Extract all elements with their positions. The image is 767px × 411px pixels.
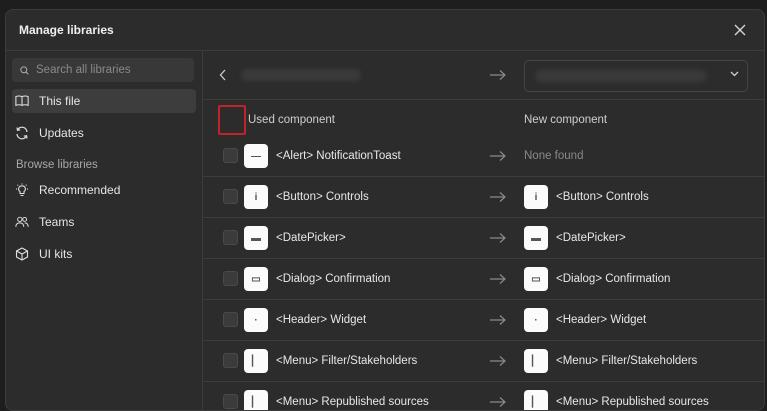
- used-component-name: <Button> Controls: [276, 191, 369, 203]
- component-thumbnail: ▭: [524, 267, 548, 291]
- sidebar-item-label: This file: [39, 94, 81, 108]
- sidebar-item-label: Recommended: [39, 183, 121, 197]
- component-thumbnail: ▬: [524, 226, 548, 250]
- search-input[interactable]: [36, 64, 186, 76]
- row-checkbox[interactable]: [223, 271, 238, 286]
- component-thumbnail: ·: [524, 308, 548, 332]
- browse-libraries-label: Browse libraries: [16, 159, 98, 171]
- search-box[interactable]: [12, 58, 194, 82]
- row-checkbox[interactable]: [223, 148, 238, 163]
- table-row[interactable]: ▏ <Menu> Filter/Stakeholders ▏ <Menu> Filte…: [203, 341, 764, 382]
- library-swap-header: [203, 51, 764, 100]
- component-preview-glyph: i: [534, 191, 538, 203]
- sidebar-item-label: UI kits: [39, 247, 73, 261]
- component-thumbnail: ▬: [244, 226, 268, 250]
- sidebar-item-label: Teams: [39, 215, 75, 229]
- component-preview-glyph: ▏: [532, 355, 540, 367]
- book-icon: [15, 94, 29, 108]
- table-row[interactable]: · <Header> Widget · <Header> Widget: [203, 300, 764, 341]
- new-component-name: <Menu> Filter/Stakeholders: [556, 355, 698, 367]
- sidebar-item-updates[interactable]: Updates: [12, 121, 196, 145]
- close-icon: [734, 24, 746, 36]
- close-button[interactable]: [730, 20, 750, 40]
- used-component-name: <DatePicker>: [276, 232, 346, 244]
- dialog-header: Manage libraries: [6, 10, 764, 51]
- sidebar: This file Updates Browse libraries Recom…: [6, 51, 203, 410]
- used-component-header: Used component: [248, 114, 335, 126]
- component-preview-glyph: i: [254, 191, 258, 203]
- row-checkbox[interactable]: [223, 353, 238, 368]
- table-row[interactable]: — <Alert> NotificationToast None found: [203, 136, 764, 177]
- search-icon: [20, 65, 29, 75]
- manage-libraries-dialog: Manage libraries This file: [5, 9, 765, 411]
- back-button[interactable]: [215, 66, 231, 84]
- lightbulb-icon: [15, 183, 29, 197]
- target-library-value: [535, 70, 707, 82]
- select-all-checkbox[interactable]: [218, 105, 246, 135]
- component-list: — <Alert> NotificationToast None found i <Bu…: [203, 136, 764, 410]
- cube-icon: [15, 247, 29, 261]
- table-row[interactable]: i <Button> Controls i <Button> Controls: [203, 177, 764, 218]
- users-icon: [15, 215, 29, 229]
- component-preview-glyph: ·: [534, 314, 538, 326]
- used-component-name: <Alert> NotificationToast: [276, 150, 401, 162]
- component-preview-glyph: ▏: [252, 355, 260, 367]
- component-preview-glyph: —: [251, 150, 261, 162]
- target-library-select[interactable]: [524, 60, 748, 92]
- sidebar-item-recommended[interactable]: Recommended: [12, 178, 196, 202]
- sidebar-item-ui-kits[interactable]: UI kits: [12, 242, 196, 266]
- sidebar-item-teams[interactable]: Teams: [12, 210, 196, 234]
- new-component-name: <Menu> Republished sources: [556, 396, 709, 408]
- arrow-right-icon: [490, 233, 506, 243]
- table-row[interactable]: ▬ <DatePicker> ▬ <DatePicker>: [203, 218, 764, 259]
- arrow-right-icon: [490, 397, 506, 407]
- row-checkbox[interactable]: [223, 312, 238, 327]
- refresh-icon: [15, 126, 29, 140]
- component-thumbnail: ▏: [524, 390, 548, 410]
- sidebar-item-label: Updates: [39, 126, 84, 140]
- used-component-name: <Dialog> Confirmation: [276, 273, 391, 285]
- arrow-right-icon: [490, 70, 506, 80]
- component-thumbnail: ▭: [244, 267, 268, 291]
- new-component-name: <DatePicker>: [556, 232, 626, 244]
- component-thumbnail: ▏: [524, 349, 548, 373]
- table-row[interactable]: ▭ <Dialog> Confirmation ▭ <Dialog> Confirma…: [203, 259, 764, 300]
- component-thumbnail: ▏: [244, 349, 268, 373]
- arrow-right-icon: [490, 356, 506, 366]
- column-header: Used component New component: [203, 100, 764, 140]
- component-thumbnail: ·: [244, 308, 268, 332]
- chevron-down-icon: [730, 71, 739, 77]
- component-preview-glyph: ▏: [252, 396, 260, 408]
- used-component-name: <Header> Widget: [276, 314, 367, 326]
- dialog-title: Manage libraries: [19, 23, 114, 37]
- new-component-name: <Dialog> Confirmation: [556, 273, 671, 285]
- library-swap-panel: Used component New component — <Alert> No…: [203, 51, 764, 410]
- arrow-right-icon: [490, 192, 506, 202]
- component-preview-glyph: ▭: [531, 273, 541, 285]
- component-preview-glyph: ▬: [531, 232, 541, 244]
- row-checkbox[interactable]: [223, 230, 238, 245]
- none-found-label: None found: [524, 150, 584, 162]
- component-thumbnail: i: [524, 185, 548, 209]
- chevron-left-icon: [219, 69, 226, 81]
- component-thumbnail: ▏: [244, 390, 268, 410]
- table-row[interactable]: ▏ <Menu> Republished sources ▏ <Menu> Repub…: [203, 382, 764, 410]
- source-library-name: [241, 69, 361, 81]
- used-component-name: <Menu> Filter/Stakeholders: [276, 355, 418, 367]
- used-component-name: <Menu> Republished sources: [276, 396, 429, 408]
- sidebar-item-this-file[interactable]: This file: [12, 89, 196, 113]
- row-checkbox[interactable]: [223, 189, 238, 204]
- new-component-name: <Button> Controls: [556, 191, 649, 203]
- component-preview-glyph: ·: [254, 314, 258, 326]
- component-preview-glyph: ▬: [251, 232, 261, 244]
- arrow-right-icon: [490, 151, 506, 161]
- arrow-right-icon: [490, 315, 506, 325]
- component-thumbnail: —: [244, 144, 268, 168]
- arrow-right-icon: [490, 274, 506, 284]
- new-component-name: <Header> Widget: [556, 314, 647, 326]
- component-thumbnail: i: [244, 185, 268, 209]
- component-preview-glyph: ▭: [251, 273, 261, 285]
- component-preview-glyph: ▏: [532, 396, 540, 408]
- new-component-header: New component: [524, 114, 608, 126]
